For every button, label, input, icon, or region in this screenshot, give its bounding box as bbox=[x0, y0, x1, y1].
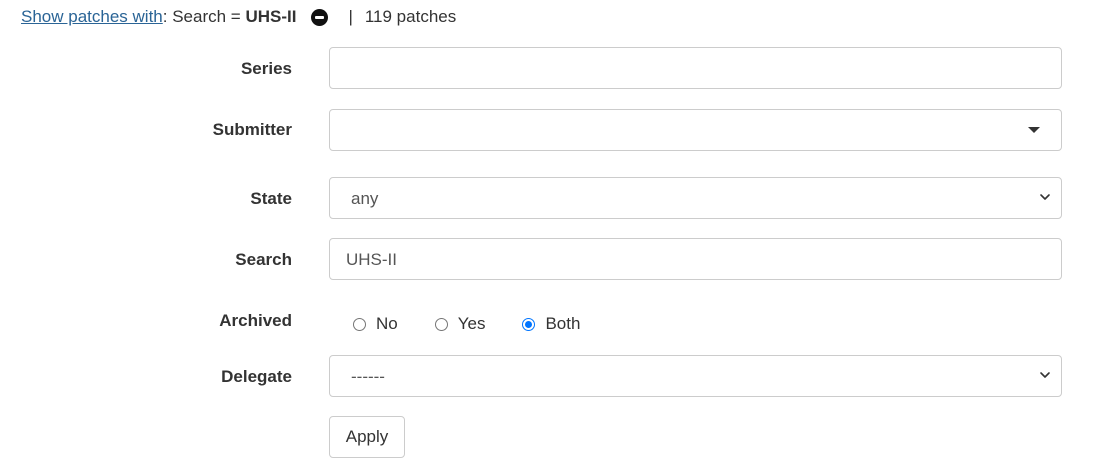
submitter-label: Submitter bbox=[212, 120, 292, 139]
archived-option-yes[interactable]: Yes bbox=[434, 314, 486, 334]
search-input[interactable]: UHS-II bbox=[329, 238, 1062, 280]
delegate-label: Delegate bbox=[221, 367, 292, 386]
radio-no-label: No bbox=[376, 314, 398, 333]
radio-both-label: Both bbox=[545, 314, 581, 333]
filter-value: UHS-II bbox=[245, 7, 297, 26]
radio-both[interactable] bbox=[522, 317, 536, 331]
submitter-select[interactable] bbox=[329, 109, 1062, 151]
chevron-down-icon bbox=[1040, 194, 1050, 200]
state-value: any bbox=[351, 189, 379, 208]
radio-no[interactable] bbox=[353, 317, 366, 331]
radio-yes-label: Yes bbox=[457, 314, 486, 333]
show-patches-link[interactable]: Show patches with bbox=[21, 7, 163, 27]
chevron-down-icon bbox=[1040, 372, 1050, 378]
series-input[interactable] bbox=[329, 47, 1062, 89]
state-label: State bbox=[250, 189, 292, 208]
radio-yes[interactable] bbox=[434, 317, 448, 331]
series-label: Series bbox=[240, 59, 292, 78]
remove-filter-icon[interactable] bbox=[311, 8, 329, 26]
search-value: UHS-II bbox=[346, 250, 397, 269]
search-label: Search bbox=[235, 250, 292, 269]
filter-prefix: : Search = bbox=[162, 7, 246, 26]
patch-count: 119 patches bbox=[364, 7, 457, 26]
archived-option-no[interactable]: No bbox=[353, 314, 398, 334]
apply-button[interactable]: Apply bbox=[329, 416, 405, 458]
delegate-select[interactable]: ------ bbox=[329, 355, 1062, 397]
archived-option-both[interactable]: Both bbox=[522, 314, 580, 334]
archived-label: Archived bbox=[219, 311, 292, 330]
archived-radio-group: No Yes Both bbox=[353, 312, 617, 336]
filter-bar: Show patches with : Search = UHS-II | 11… bbox=[21, 5, 456, 29]
state-select[interactable]: any bbox=[329, 177, 1062, 219]
separator: | bbox=[348, 7, 353, 26]
caret-down-icon bbox=[1028, 127, 1040, 133]
delegate-value: ------ bbox=[351, 367, 385, 386]
